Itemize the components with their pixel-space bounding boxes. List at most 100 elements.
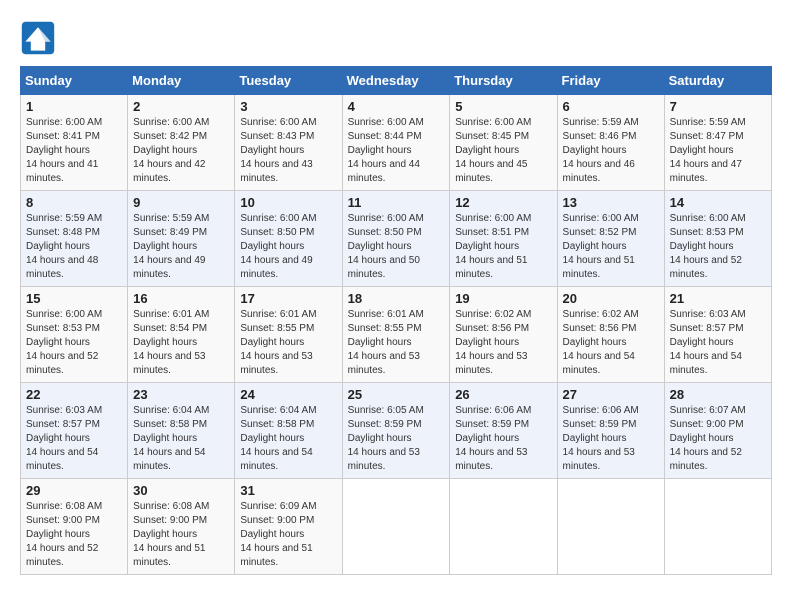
day-info: Sunrise: 6:00 AM Sunset: 8:43 PM Dayligh… — [240, 116, 336, 186]
calendar-cell: 17 Sunrise: 6:01 AM Sunset: 8:55 PM Dayl… — [235, 287, 342, 383]
day-info: Sunrise: 6:00 AM Sunset: 8:51 PM Dayligh… — [455, 212, 551, 282]
day-info: Sunrise: 6:01 AM Sunset: 8:55 PM Dayligh… — [240, 308, 336, 378]
day-info: Sunrise: 6:01 AM Sunset: 8:54 PM Dayligh… — [133, 308, 229, 378]
day-number: 15 — [26, 291, 122, 306]
day-info: Sunrise: 5:59 AM Sunset: 8:49 PM Dayligh… — [133, 212, 229, 282]
day-info: Sunrise: 6:00 AM Sunset: 8:41 PM Dayligh… — [26, 116, 122, 186]
calendar-cell: 27 Sunrise: 6:06 AM Sunset: 8:59 PM Dayl… — [557, 383, 664, 479]
day-number: 9 — [133, 195, 229, 210]
day-number: 16 — [133, 291, 229, 306]
calendar-cell — [557, 479, 664, 575]
calendar-week-2: 8 Sunrise: 5:59 AM Sunset: 8:48 PM Dayli… — [21, 191, 772, 287]
day-number: 1 — [26, 99, 122, 114]
day-number: 24 — [240, 387, 336, 402]
calendar-cell: 5 Sunrise: 6:00 AM Sunset: 8:45 PM Dayli… — [450, 95, 557, 191]
day-info: Sunrise: 6:00 AM Sunset: 8:42 PM Dayligh… — [133, 116, 229, 186]
day-number: 18 — [348, 291, 445, 306]
weekday-header-wednesday: Wednesday — [342, 67, 450, 95]
day-info: Sunrise: 6:00 AM Sunset: 8:53 PM Dayligh… — [670, 212, 766, 282]
day-number: 10 — [240, 195, 336, 210]
calendar-cell: 31 Sunrise: 6:09 AM Sunset: 9:00 PM Dayl… — [235, 479, 342, 575]
calendar-cell: 12 Sunrise: 6:00 AM Sunset: 8:51 PM Dayl… — [450, 191, 557, 287]
page-header — [20, 20, 772, 56]
logo-icon — [20, 20, 56, 56]
day-info: Sunrise: 6:00 AM Sunset: 8:50 PM Dayligh… — [348, 212, 445, 282]
calendar-cell: 16 Sunrise: 6:01 AM Sunset: 8:54 PM Dayl… — [128, 287, 235, 383]
weekday-header-monday: Monday — [128, 67, 235, 95]
day-info: Sunrise: 5:59 AM Sunset: 8:46 PM Dayligh… — [563, 116, 659, 186]
calendar-cell: 25 Sunrise: 6:05 AM Sunset: 8:59 PM Dayl… — [342, 383, 450, 479]
day-number: 2 — [133, 99, 229, 114]
calendar-cell: 24 Sunrise: 6:04 AM Sunset: 8:58 PM Dayl… — [235, 383, 342, 479]
day-info: Sunrise: 6:06 AM Sunset: 8:59 PM Dayligh… — [455, 404, 551, 474]
calendar-cell: 13 Sunrise: 6:00 AM Sunset: 8:52 PM Dayl… — [557, 191, 664, 287]
day-info: Sunrise: 6:08 AM Sunset: 9:00 PM Dayligh… — [26, 500, 122, 570]
day-number: 21 — [670, 291, 766, 306]
calendar-cell: 22 Sunrise: 6:03 AM Sunset: 8:57 PM Dayl… — [21, 383, 128, 479]
logo — [20, 20, 60, 56]
day-number: 31 — [240, 483, 336, 498]
calendar-cell: 4 Sunrise: 6:00 AM Sunset: 8:44 PM Dayli… — [342, 95, 450, 191]
day-info: Sunrise: 6:00 AM Sunset: 8:45 PM Dayligh… — [455, 116, 551, 186]
calendar-cell: 23 Sunrise: 6:04 AM Sunset: 8:58 PM Dayl… — [128, 383, 235, 479]
day-number: 12 — [455, 195, 551, 210]
day-info: Sunrise: 6:09 AM Sunset: 9:00 PM Dayligh… — [240, 500, 336, 570]
weekday-header-sunday: Sunday — [21, 67, 128, 95]
weekday-header-friday: Friday — [557, 67, 664, 95]
calendar-week-3: 15 Sunrise: 6:00 AM Sunset: 8:53 PM Dayl… — [21, 287, 772, 383]
calendar-cell: 15 Sunrise: 6:00 AM Sunset: 8:53 PM Dayl… — [21, 287, 128, 383]
day-info: Sunrise: 6:04 AM Sunset: 8:58 PM Dayligh… — [240, 404, 336, 474]
day-number: 28 — [670, 387, 766, 402]
day-info: Sunrise: 6:08 AM Sunset: 9:00 PM Dayligh… — [133, 500, 229, 570]
day-number: 6 — [563, 99, 659, 114]
calendar-cell: 26 Sunrise: 6:06 AM Sunset: 8:59 PM Dayl… — [450, 383, 557, 479]
day-number: 4 — [348, 99, 445, 114]
calendar-cell: 8 Sunrise: 5:59 AM Sunset: 8:48 PM Dayli… — [21, 191, 128, 287]
calendar-cell: 21 Sunrise: 6:03 AM Sunset: 8:57 PM Dayl… — [664, 287, 771, 383]
day-info: Sunrise: 6:00 AM Sunset: 8:50 PM Dayligh… — [240, 212, 336, 282]
day-info: Sunrise: 6:02 AM Sunset: 8:56 PM Dayligh… — [455, 308, 551, 378]
day-info: Sunrise: 6:02 AM Sunset: 8:56 PM Dayligh… — [563, 308, 659, 378]
day-info: Sunrise: 6:04 AM Sunset: 8:58 PM Dayligh… — [133, 404, 229, 474]
calendar-week-5: 29 Sunrise: 6:08 AM Sunset: 9:00 PM Dayl… — [21, 479, 772, 575]
day-number: 29 — [26, 483, 122, 498]
calendar-cell: 30 Sunrise: 6:08 AM Sunset: 9:00 PM Dayl… — [128, 479, 235, 575]
day-number: 19 — [455, 291, 551, 306]
day-number: 8 — [26, 195, 122, 210]
weekday-header-thursday: Thursday — [450, 67, 557, 95]
day-number: 11 — [348, 195, 445, 210]
calendar-cell: 28 Sunrise: 6:07 AM Sunset: 9:00 PM Dayl… — [664, 383, 771, 479]
day-number: 25 — [348, 387, 445, 402]
day-number: 13 — [563, 195, 659, 210]
weekday-header-tuesday: Tuesday — [235, 67, 342, 95]
day-info: Sunrise: 6:00 AM Sunset: 8:44 PM Dayligh… — [348, 116, 445, 186]
calendar-cell: 7 Sunrise: 5:59 AM Sunset: 8:47 PM Dayli… — [664, 95, 771, 191]
calendar-cell: 9 Sunrise: 5:59 AM Sunset: 8:49 PM Dayli… — [128, 191, 235, 287]
calendar-cell: 11 Sunrise: 6:00 AM Sunset: 8:50 PM Dayl… — [342, 191, 450, 287]
day-info: Sunrise: 5:59 AM Sunset: 8:48 PM Dayligh… — [26, 212, 122, 282]
calendar-cell — [664, 479, 771, 575]
day-number: 5 — [455, 99, 551, 114]
calendar-cell: 20 Sunrise: 6:02 AM Sunset: 8:56 PM Dayl… — [557, 287, 664, 383]
day-info: Sunrise: 6:03 AM Sunset: 8:57 PM Dayligh… — [26, 404, 122, 474]
day-number: 26 — [455, 387, 551, 402]
day-info: Sunrise: 5:59 AM Sunset: 8:47 PM Dayligh… — [670, 116, 766, 186]
calendar-week-4: 22 Sunrise: 6:03 AM Sunset: 8:57 PM Dayl… — [21, 383, 772, 479]
calendar-table: SundayMondayTuesdayWednesdayThursdayFrid… — [20, 66, 772, 575]
day-number: 23 — [133, 387, 229, 402]
calendar-cell: 6 Sunrise: 5:59 AM Sunset: 8:46 PM Dayli… — [557, 95, 664, 191]
day-number: 7 — [670, 99, 766, 114]
day-number: 30 — [133, 483, 229, 498]
calendar-cell: 14 Sunrise: 6:00 AM Sunset: 8:53 PM Dayl… — [664, 191, 771, 287]
calendar-week-1: 1 Sunrise: 6:00 AM Sunset: 8:41 PM Dayli… — [21, 95, 772, 191]
day-info: Sunrise: 6:05 AM Sunset: 8:59 PM Dayligh… — [348, 404, 445, 474]
day-info: Sunrise: 6:01 AM Sunset: 8:55 PM Dayligh… — [348, 308, 445, 378]
calendar-cell: 29 Sunrise: 6:08 AM Sunset: 9:00 PM Dayl… — [21, 479, 128, 575]
weekday-header-row: SundayMondayTuesdayWednesdayThursdayFrid… — [21, 67, 772, 95]
weekday-header-saturday: Saturday — [664, 67, 771, 95]
day-number: 22 — [26, 387, 122, 402]
day-info: Sunrise: 6:06 AM Sunset: 8:59 PM Dayligh… — [563, 404, 659, 474]
day-number: 3 — [240, 99, 336, 114]
calendar-cell — [450, 479, 557, 575]
calendar-cell: 1 Sunrise: 6:00 AM Sunset: 8:41 PM Dayli… — [21, 95, 128, 191]
